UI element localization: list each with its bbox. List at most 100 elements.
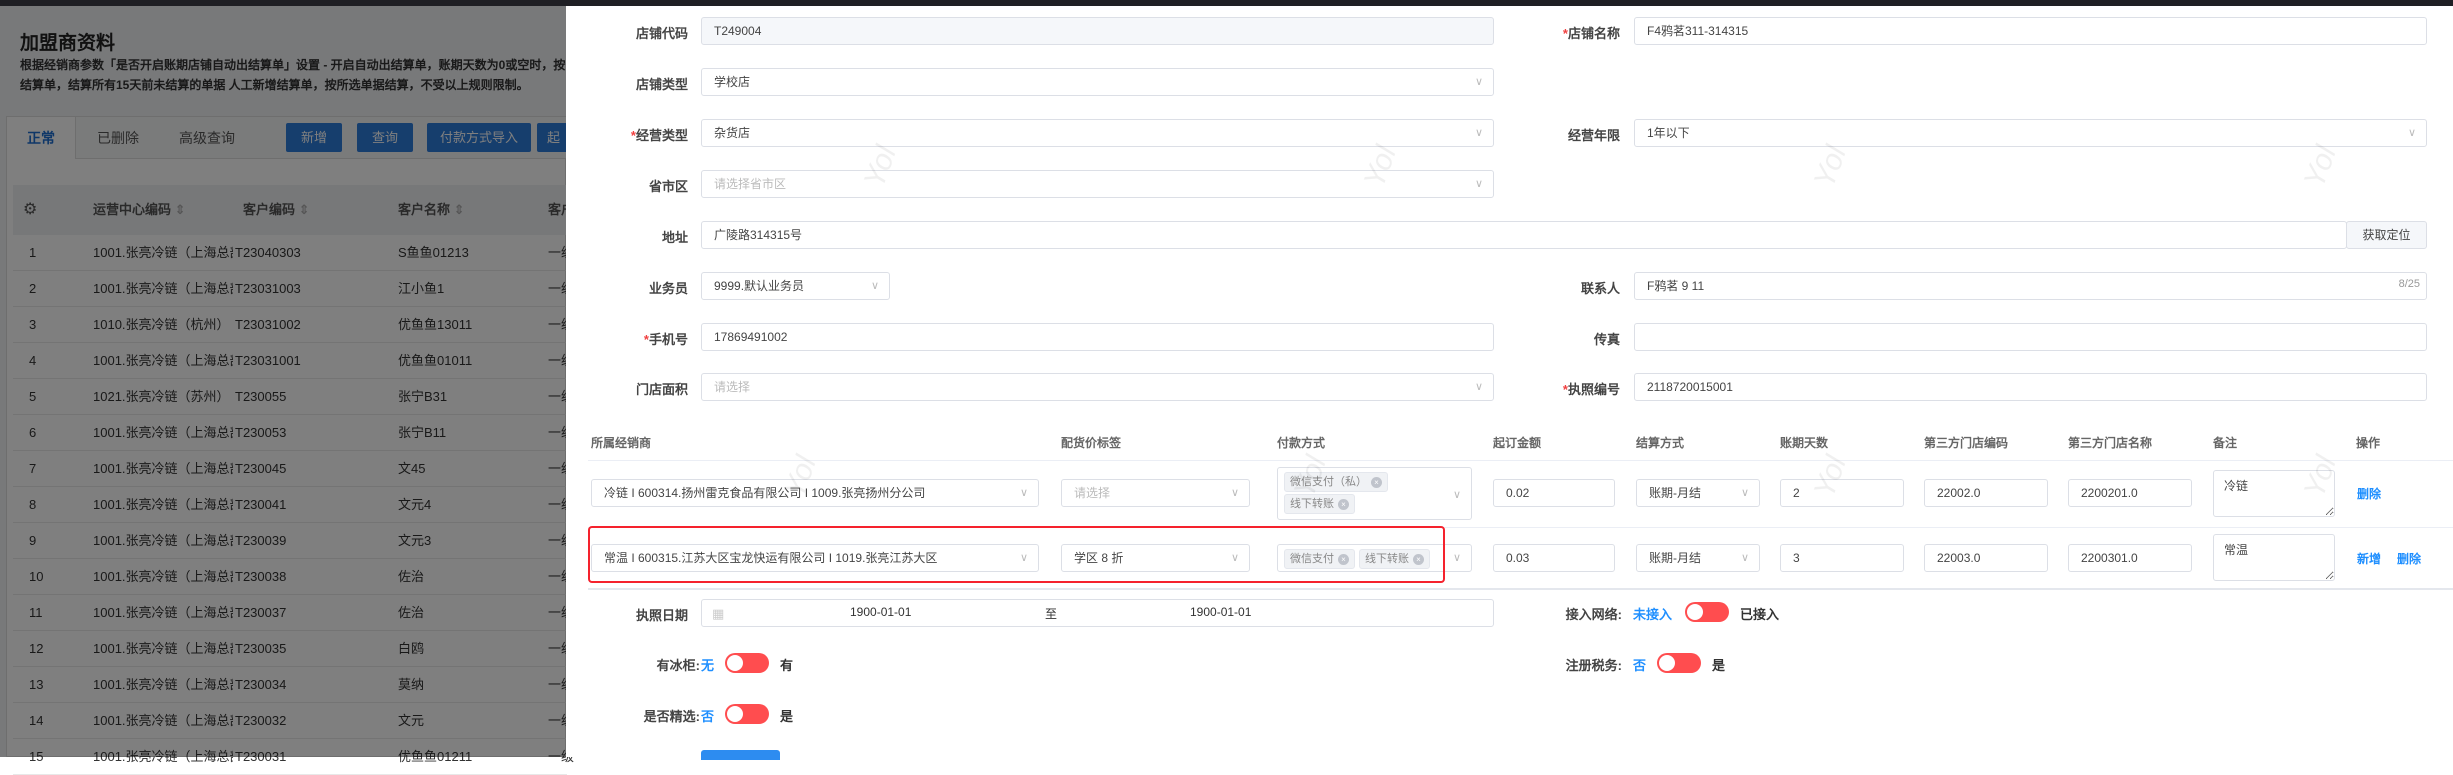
- chevron-down-icon: ∨: [1474, 76, 1483, 88]
- add-row-link[interactable]: 新增: [2357, 550, 2381, 567]
- phone-input[interactable]: 17869491002: [701, 323, 1494, 351]
- value-text: T249004: [714, 24, 762, 38]
- chevron-down-icon: ∨: [1740, 552, 1749, 564]
- watermark: Yol: [2297, 141, 2344, 193]
- delete-row-link[interactable]: 删除: [2357, 485, 2381, 502]
- label-text: 店铺类型: [635, 77, 688, 92]
- fridge-switch[interactable]: [725, 653, 769, 673]
- date-start[interactable]: 1900-01-01: [850, 605, 911, 619]
- dealer-table-header: 第三方门店名称: [2068, 436, 2153, 450]
- fax-label: 传真: [1500, 329, 1620, 348]
- license-date-range-picker[interactable]: [701, 599, 1494, 627]
- value-text: 2: [1793, 486, 1800, 500]
- store-code-input[interactable]: T249004: [701, 17, 1494, 45]
- chevron-down-icon: ∨: [2407, 127, 2416, 139]
- value-text: 杂货店: [714, 126, 751, 140]
- label-text: 执照编号: [1567, 382, 1620, 397]
- contact-input[interactable]: F鸦茗 9 11: [1634, 272, 2427, 300]
- third-party-name-input[interactable]: 2200201.0: [2068, 479, 2192, 507]
- business-type-label: *经营类型: [568, 125, 688, 144]
- region-label: 省市区: [568, 176, 688, 195]
- date-separator: 至: [1045, 607, 1058, 621]
- highlight-box: [588, 526, 1445, 583]
- store-name-input[interactable]: F4鸦茗311-314315: [1634, 17, 2427, 45]
- label-text: 业务员: [648, 281, 688, 296]
- label-text: 店铺名称: [1567, 26, 1620, 41]
- fax-input[interactable]: [1634, 323, 2427, 351]
- store-code-label: 店铺代码: [568, 23, 688, 42]
- price-tag-select[interactable]: 请选择 ∨: [1061, 479, 1250, 507]
- value-text: 3: [1793, 551, 1800, 565]
- min-amount-input[interactable]: 0.03: [1493, 544, 1615, 572]
- value-text: F鸦茗 9 11: [1647, 279, 1705, 293]
- dealer-table-header: 账期天数: [1780, 436, 1829, 450]
- remove-tag-icon[interactable]: ×: [1371, 477, 1382, 488]
- placeholder-text: 请选择: [714, 380, 751, 394]
- chevron-down-icon: ∨: [1474, 127, 1483, 139]
- business-years-select[interactable]: 1年以下 ∨: [1634, 119, 2427, 147]
- remove-tag-icon[interactable]: ×: [1338, 499, 1349, 510]
- dealer-table-header: 配货价标签: [1061, 436, 1122, 450]
- store-edit-dialog: 店铺代码 T249004 *店铺名称 F4鸦茗311-314315 店铺类型 学校店 ∨ *经…: [566, 6, 2453, 760]
- char-counter: 8/25: [2398, 278, 2420, 290]
- submit-button[interactable]: [701, 750, 780, 760]
- license-no-input[interactable]: 2118720015001: [1634, 373, 2427, 401]
- store-type-select[interactable]: 学校店 ∨: [701, 68, 1494, 96]
- value-text: 0.02: [1506, 486, 1530, 500]
- settlement-select[interactable]: 账期-月结 ∨: [1636, 544, 1760, 572]
- fridge-on-label: 有: [780, 658, 794, 673]
- business-years-label: 经营年限: [1500, 125, 1620, 144]
- address-input[interactable]: 广陵路314315号: [701, 221, 2347, 249]
- tax-switch[interactable]: [1657, 653, 1701, 673]
- salesman-label: 业务员: [568, 278, 688, 297]
- get-location-button[interactable]: 获取定位: [2346, 221, 2427, 249]
- salesman-select[interactable]: 9999.默认业务员 ∨: [701, 272, 890, 300]
- chevron-down-icon: ∨: [870, 280, 879, 292]
- value-text: 22002.0: [1937, 486, 1981, 500]
- label-text: 店铺代码: [635, 26, 688, 41]
- dealer-table-header: 起订金额: [1493, 436, 1542, 450]
- chevron-down-icon: ∨: [1474, 178, 1483, 190]
- label-text: 地址: [661, 230, 688, 245]
- third-party-code-input[interactable]: 22002.0: [1924, 479, 2048, 507]
- tax-label: 注册税务:: [1565, 658, 1622, 673]
- featured-label: 是否精选:: [643, 709, 700, 724]
- license-date-label: 执照日期: [568, 605, 688, 624]
- fridge-off-label: 无: [701, 658, 715, 673]
- value-text: 17869491002: [714, 330, 788, 344]
- network-switch[interactable]: [1685, 602, 1729, 622]
- value-text: F4鸦茗311-314315: [1647, 24, 1749, 38]
- dealer-table-header: 备注: [2213, 436, 2238, 450]
- label-text: 经营类型: [635, 128, 688, 143]
- chevron-down-icon: ∨: [1452, 489, 1461, 501]
- network-label: 接入网络:: [1565, 607, 1622, 622]
- value-text: 2118720015001: [1647, 380, 1733, 394]
- label-text: 门店面积: [635, 382, 688, 397]
- remark-textarea[interactable]: [2213, 534, 2335, 581]
- credit-days-input[interactable]: 3: [1780, 544, 1904, 572]
- label-text: 手机号: [648, 332, 688, 347]
- third-party-code-input[interactable]: 22003.0: [1924, 544, 2048, 572]
- settlement-select[interactable]: 账期-月结 ∨: [1636, 479, 1760, 507]
- dealer-table-header: 第三方门店编码: [1924, 436, 2009, 450]
- phone-label: *手机号: [568, 329, 688, 348]
- tax-off-label: 否: [1633, 658, 1647, 673]
- address-label: 地址: [568, 227, 688, 246]
- dealer-table-header: 操作: [2356, 436, 2381, 450]
- network-off-label: 未接入: [1633, 607, 1673, 622]
- tax-on-label: 是: [1712, 658, 1726, 673]
- value-text: 9999.默认业务员: [714, 279, 805, 293]
- date-end[interactable]: 1900-01-01: [1190, 605, 1251, 619]
- value-text: 账期-月结: [1649, 551, 1701, 565]
- store-area-select[interactable]: 请选择 ∨: [701, 373, 1494, 401]
- dealer-table-header: 所属经销商: [591, 436, 652, 450]
- featured-switch[interactable]: [725, 704, 769, 724]
- chevron-down-icon: ∨: [1452, 552, 1461, 564]
- third-party-name-input[interactable]: 2200301.0: [2068, 544, 2192, 572]
- min-amount-input[interactable]: 0.02: [1493, 479, 1615, 507]
- watermark: Yol: [1807, 141, 1854, 193]
- label-text: 传真: [1593, 332, 1620, 347]
- label-text: 省市区: [648, 179, 688, 194]
- delete-row-link[interactable]: 删除: [2397, 550, 2421, 567]
- modal-backdrop[interactable]: [0, 6, 566, 757]
